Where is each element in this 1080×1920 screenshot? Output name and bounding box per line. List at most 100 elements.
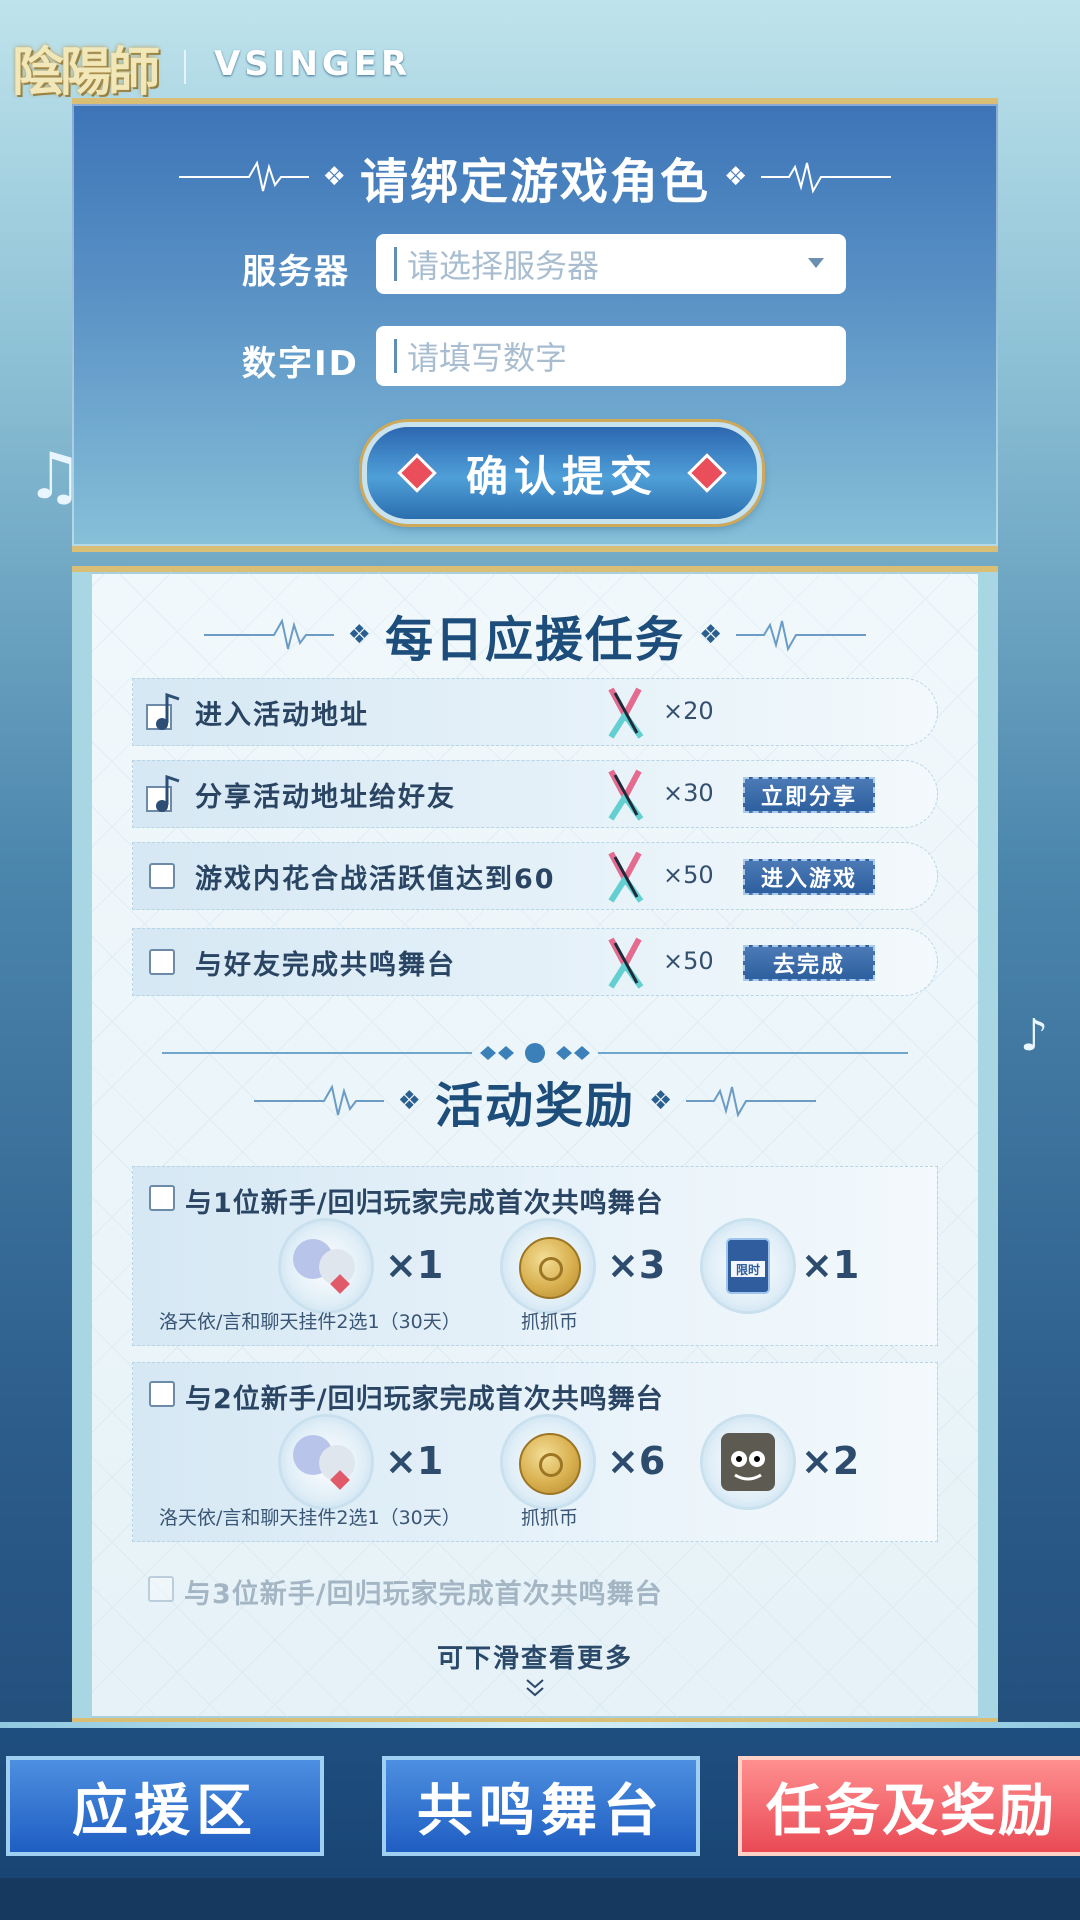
daily-task-panel: ❖ 每日应援任务 ❖ 进入活动地址 ×20 分享活动地址给好友 ×30 立即分享… [72, 566, 998, 1724]
task-reward-count: ×50 [663, 947, 714, 975]
confirm-submit-button[interactable]: 确认提交 [362, 422, 762, 524]
task-row: 进入活动地址 ×20 [132, 678, 938, 746]
reward-checkbox[interactable] [149, 1185, 175, 1211]
panel-border [72, 572, 92, 1718]
reward-title: 活动奖励 [434, 1078, 635, 1134]
music-note-icon: ♪ [1020, 1010, 1049, 1061]
task-checkbox[interactable] [149, 949, 175, 975]
text-cursor [394, 339, 397, 373]
section-divider [162, 1043, 908, 1063]
coin-icon [519, 1237, 581, 1299]
chat-pendant-item[interactable] [281, 1221, 371, 1311]
reward-checkbox[interactable] [148, 1576, 174, 1602]
reward-card: 与2位新手/回归玩家完成首次共鸣舞台 ×1 ×6 ×2 洛天依/言和聊天挂件2选… [132, 1362, 938, 1542]
reward-qty: ×2 [801, 1439, 860, 1483]
diamond-icon: ❖ [347, 620, 371, 650]
character-pendant-icon [293, 1239, 355, 1294]
wave-deco-icon [686, 1086, 817, 1118]
share-now-button[interactable]: 立即分享 [743, 777, 875, 813]
server-select[interactable]: 请选择服务器 [376, 234, 846, 294]
wave-deco-icon [253, 1084, 384, 1116]
reward-qty: ×6 [607, 1439, 666, 1483]
zhua-coin-item[interactable] [503, 1417, 593, 1507]
confirm-label: 确认提交 [465, 451, 658, 501]
diamond-icon: ❖ [649, 1086, 673, 1116]
reward-title-row: ❖ 活动奖励 ❖ [72, 1066, 998, 1136]
tab-support-area[interactable]: 应援区 [6, 1756, 324, 1856]
wave-deco-icon [736, 620, 867, 652]
note-check-icon [146, 774, 180, 812]
reward-condition: 与2位新手/回归玩家完成首次共鸣舞台 [185, 1384, 664, 1415]
daruma-icon [721, 1433, 775, 1491]
glowstick-icon [608, 851, 644, 903]
reward-item-label: 抓抓币 [521, 1311, 579, 1333]
task-reward-count: ×50 [663, 861, 714, 889]
task-row: 游戏内花合战活跃值达到60 ×50 进入游戏 [132, 842, 938, 910]
reward-card: 与3位新手/回归玩家完成首次共鸣舞台 [132, 1558, 938, 1618]
glowstick-icon [608, 937, 644, 989]
task-name: 分享活动地址给好友 [195, 782, 456, 813]
reward-condition: 与3位新手/回归玩家完成首次共鸣舞台 [184, 1579, 663, 1610]
logo-separator [184, 50, 186, 84]
bind-title: 请绑定游戏角色 [359, 154, 710, 210]
wave-deco-icon [178, 160, 309, 192]
reward-item-label: 洛天依/言和聊天挂件2选1（30天） [159, 1311, 461, 1333]
task-checkbox[interactable] [149, 863, 175, 889]
chat-pendant-item[interactable] [281, 1417, 371, 1507]
tab-resonance-stage[interactable]: 共鸣舞台 [382, 1756, 700, 1856]
diamond-icon: ❖ [699, 620, 723, 650]
task-reward-count: ×20 [663, 697, 714, 725]
bind-title-row: ❖ 请绑定游戏角色 ❖ [72, 142, 998, 212]
task-name: 游戏内花合战活跃值达到60 [195, 864, 556, 895]
chevron-down-icon [808, 258, 824, 268]
diamond-icon: ❖ [322, 162, 346, 192]
task-reward-count: ×30 [663, 779, 714, 807]
id-label: 数字ID [242, 344, 359, 384]
panel-border [978, 572, 998, 1718]
limited-tag: 限时 [735, 1263, 760, 1277]
task-row: 分享活动地址给好友 ×30 立即分享 [132, 760, 938, 828]
double-chevron-down-icon [526, 1679, 544, 1697]
coin-icon [519, 1433, 581, 1495]
task-name: 与好友完成共鸣舞台 [195, 950, 456, 981]
diamond-icon: ❖ [397, 1086, 421, 1116]
text-cursor [394, 247, 397, 281]
reward-qty: ×1 [801, 1243, 860, 1287]
wave-deco-icon [761, 162, 892, 194]
task-row: 与好友完成共鸣舞台 ×50 去完成 [132, 928, 938, 996]
reward-card: 与1位新手/回归玩家完成首次共鸣舞台 ×1 ×3 限时 ×1 洛天依/言和聊天挂… [132, 1166, 938, 1346]
bottom-strip [0, 1878, 1080, 1920]
note-check-icon [146, 692, 180, 730]
enter-game-button[interactable]: 进入游戏 [743, 859, 875, 895]
reward-condition: 与1位新手/回归玩家完成首次共鸣舞台 [185, 1188, 664, 1219]
reward-item-label: 洛天依/言和聊天挂件2选1（30天） [159, 1507, 461, 1529]
bind-role-panel: ❖ 请绑定游戏角色 ❖ 服务器 请选择服务器 数字ID 请填写数字 确认提交 [72, 98, 998, 552]
scroll-hint: 可下滑查看更多 [436, 1644, 633, 1674]
glowstick-icon [608, 769, 644, 821]
diamond-icon: ❖ [724, 162, 748, 192]
diamond-icon [397, 453, 437, 493]
reward-qty: ×1 [385, 1243, 444, 1287]
wave-deco-icon [203, 618, 334, 650]
limited-ticket-item[interactable]: 限时 [703, 1221, 793, 1311]
nav-top-line [0, 1722, 1080, 1728]
reward-qty: ×3 [607, 1243, 666, 1287]
reward-item-label: 抓抓币 [521, 1507, 579, 1529]
task-name: 进入活动地址 [195, 700, 369, 731]
reward-qty: ×1 [385, 1439, 444, 1483]
zhua-coin-item[interactable] [503, 1221, 593, 1311]
diamond-icon [687, 453, 727, 493]
task-title: 每日应援任务 [384, 612, 685, 668]
daruma-item[interactable] [703, 1417, 793, 1507]
character-pendant-icon [293, 1435, 355, 1490]
id-placeholder: 请填写数字 [407, 339, 568, 377]
reward-checkbox[interactable] [149, 1381, 175, 1407]
tab-tasks-rewards[interactable]: 任务及奖励 [738, 1756, 1080, 1856]
go-complete-button[interactable]: 去完成 [743, 945, 875, 981]
vsinger-logo: VSINGER [214, 44, 412, 84]
server-placeholder: 请选择服务器 [407, 247, 600, 285]
glowstick-icon [608, 687, 644, 739]
server-label: 服务器 [242, 252, 350, 292]
numeric-id-input[interactable]: 请填写数字 [376, 326, 846, 386]
task-title-row: ❖ 每日应援任务 ❖ [72, 600, 998, 670]
